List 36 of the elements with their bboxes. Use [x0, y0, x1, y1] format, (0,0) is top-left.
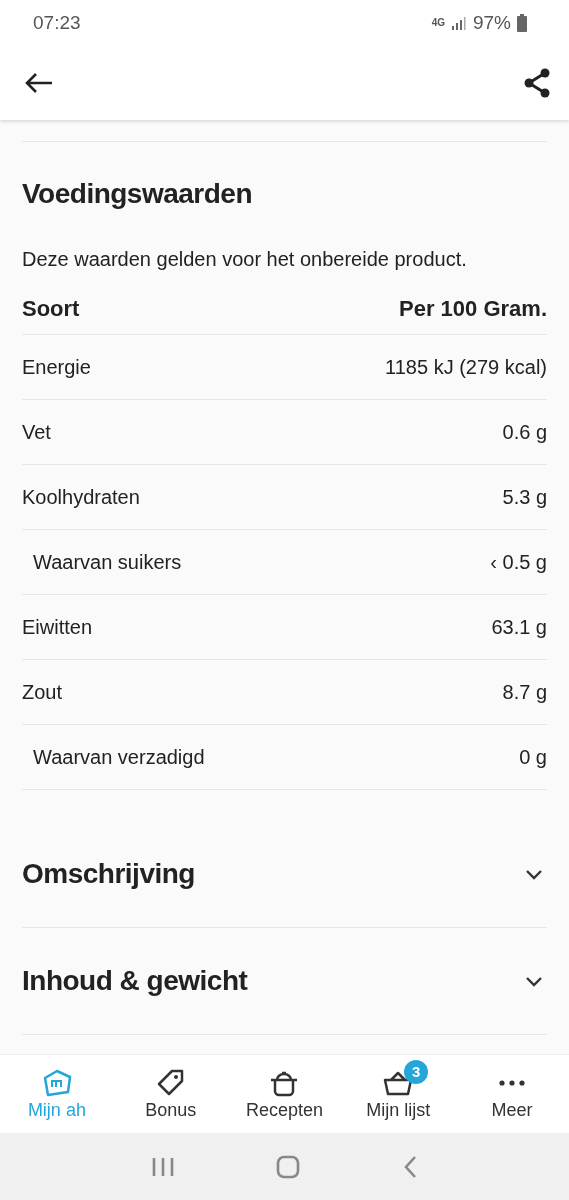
home-icon[interactable] [276, 1154, 301, 1179]
nav-tab[interactable]: Meer [455, 1055, 569, 1133]
nutrient-name: Waarvan suikers [33, 550, 182, 574]
count-badge: 3 [404, 1059, 429, 1084]
nutrient-name: Eiwitten [22, 615, 93, 639]
battery-percent: 97% [472, 11, 511, 34]
column-header: Soort [22, 296, 80, 322]
nutrient-name: Vet [22, 420, 51, 444]
nutrient-value: ‹ 0.5 g [490, 550, 547, 574]
nutrient-value: 8.7 g [502, 680, 547, 704]
recent-apps-icon[interactable] [150, 1155, 175, 1178]
section-note: Deze waarden gelden voor het onbereide product. [22, 247, 468, 272]
signal-icon [450, 15, 467, 30]
chevron-down-icon [525, 975, 543, 987]
more-icon [499, 1079, 526, 1086]
back-icon[interactable] [402, 1154, 419, 1179]
nutrient-value: 5.3 g [502, 485, 547, 509]
nutrient-value: 0 g [519, 745, 547, 769]
battery-icon [517, 13, 527, 32]
chevron-down-icon [525, 868, 543, 880]
network-type: 4G [431, 17, 445, 28]
section-heading: Voedingswaarden [22, 177, 254, 211]
column-header: Per 100 Gram. [399, 296, 547, 322]
nav-tab[interactable]: 3 Mijn lijst [341, 1055, 456, 1133]
nutrient-value: 1185 kJ (279 kcal) [385, 355, 547, 379]
nutrient-name: Waarvan verzadigd [33, 745, 205, 769]
status-time: 07:23 [33, 11, 81, 34]
nav-tab[interactable]: Recepten [227, 1055, 342, 1133]
nutrient-value: 0.6 g [502, 420, 547, 444]
collapsible-section[interactable]: Inhoud & gewicht [22, 928, 547, 1035]
nav-tab[interactable]: Bonus [113, 1055, 228, 1133]
nutrient-value: 63.1 g [491, 615, 547, 639]
nutrient-name: Energie [22, 355, 91, 379]
nutrient-name: Koolhydraten [22, 485, 140, 509]
collapsible-section[interactable]: Omschrijving [22, 821, 547, 928]
nutrient-name: Zout [22, 680, 63, 704]
